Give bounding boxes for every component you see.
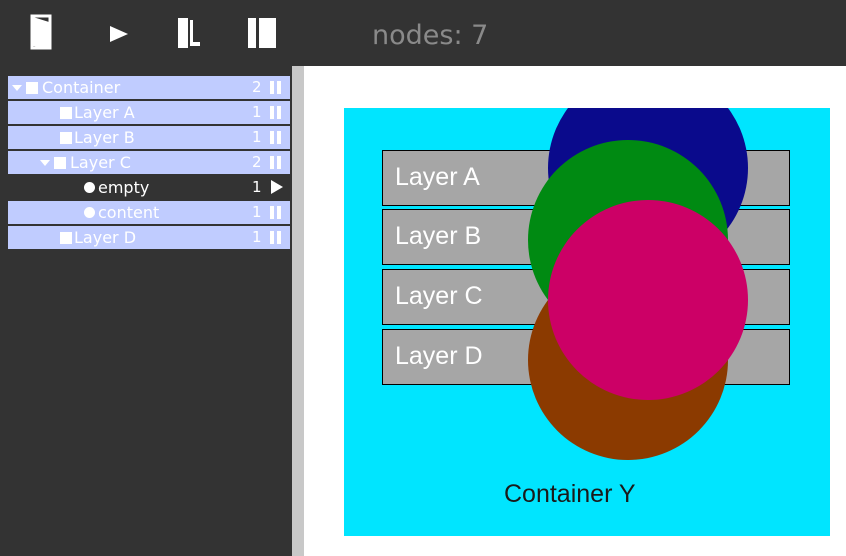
tree-row-label: content [98, 203, 160, 222]
tree-row-layer-a[interactable]: Layer A 1 [8, 101, 290, 124]
tree-row-empty[interactable]: empty 1 [8, 176, 290, 199]
pause-icon[interactable] [270, 81, 282, 94]
export-icon[interactable] [176, 14, 202, 52]
split-panel-icon[interactable] [246, 14, 278, 52]
layer-tree: Container 2 Layer A 1 Layer B 1 Layer C … [0, 66, 292, 556]
tree-row-content[interactable]: content 1 [8, 201, 290, 224]
dot-node-icon [84, 182, 95, 193]
pause-icon[interactable] [270, 131, 282, 144]
square-node-icon [60, 107, 72, 119]
tree-row-label: Layer A [74, 103, 135, 122]
tree-row-count: 1 [252, 228, 262, 246]
tree-row-count: 1 [252, 128, 262, 146]
container-y-label: Container Y [504, 480, 636, 508]
square-node-icon [60, 132, 72, 144]
tree-row-label: Layer C [70, 153, 131, 172]
dot-node-icon [84, 207, 95, 218]
tree-row-count: 1 [252, 203, 262, 221]
panel-splitter[interactable] [292, 66, 304, 556]
pause-icon[interactable] [270, 156, 282, 169]
open-door-icon[interactable] [30, 14, 56, 52]
tree-row-layer-d[interactable]: Layer D 1 [8, 226, 290, 249]
tree-row-count: 1 [252, 103, 262, 121]
tree-row-count: 2 [252, 153, 262, 171]
expand-arrow-icon[interactable] [12, 85, 22, 91]
tree-row-container[interactable]: Container 2 [8, 76, 290, 99]
pause-icon[interactable] [270, 106, 282, 119]
node-count-label: nodes: 7 [372, 20, 489, 51]
tree-row-label: Layer D [74, 228, 137, 247]
play-icon[interactable] [108, 14, 130, 52]
tree-row-label: Container [42, 78, 121, 97]
tree-row-count: 1 [252, 178, 262, 196]
tree-row-layer-b[interactable]: Layer B 1 [8, 126, 290, 149]
expand-arrow-icon[interactable] [40, 160, 50, 166]
square-node-icon [54, 157, 66, 169]
pause-icon[interactable] [270, 206, 282, 219]
play-state-icon[interactable] [271, 180, 283, 194]
circle-layer [344, 108, 830, 536]
tree-row-label: empty [98, 178, 150, 197]
tree-row-count: 2 [252, 78, 262, 96]
toolbar: nodes: 7 [0, 0, 846, 66]
pause-icon[interactable] [270, 231, 282, 244]
square-node-icon [26, 82, 38, 94]
magenta-circle[interactable] [548, 200, 748, 400]
square-node-icon [60, 232, 72, 244]
tree-row-label: Layer B [74, 128, 135, 147]
tree-row-layer-c[interactable]: Layer C 2 [8, 151, 290, 174]
